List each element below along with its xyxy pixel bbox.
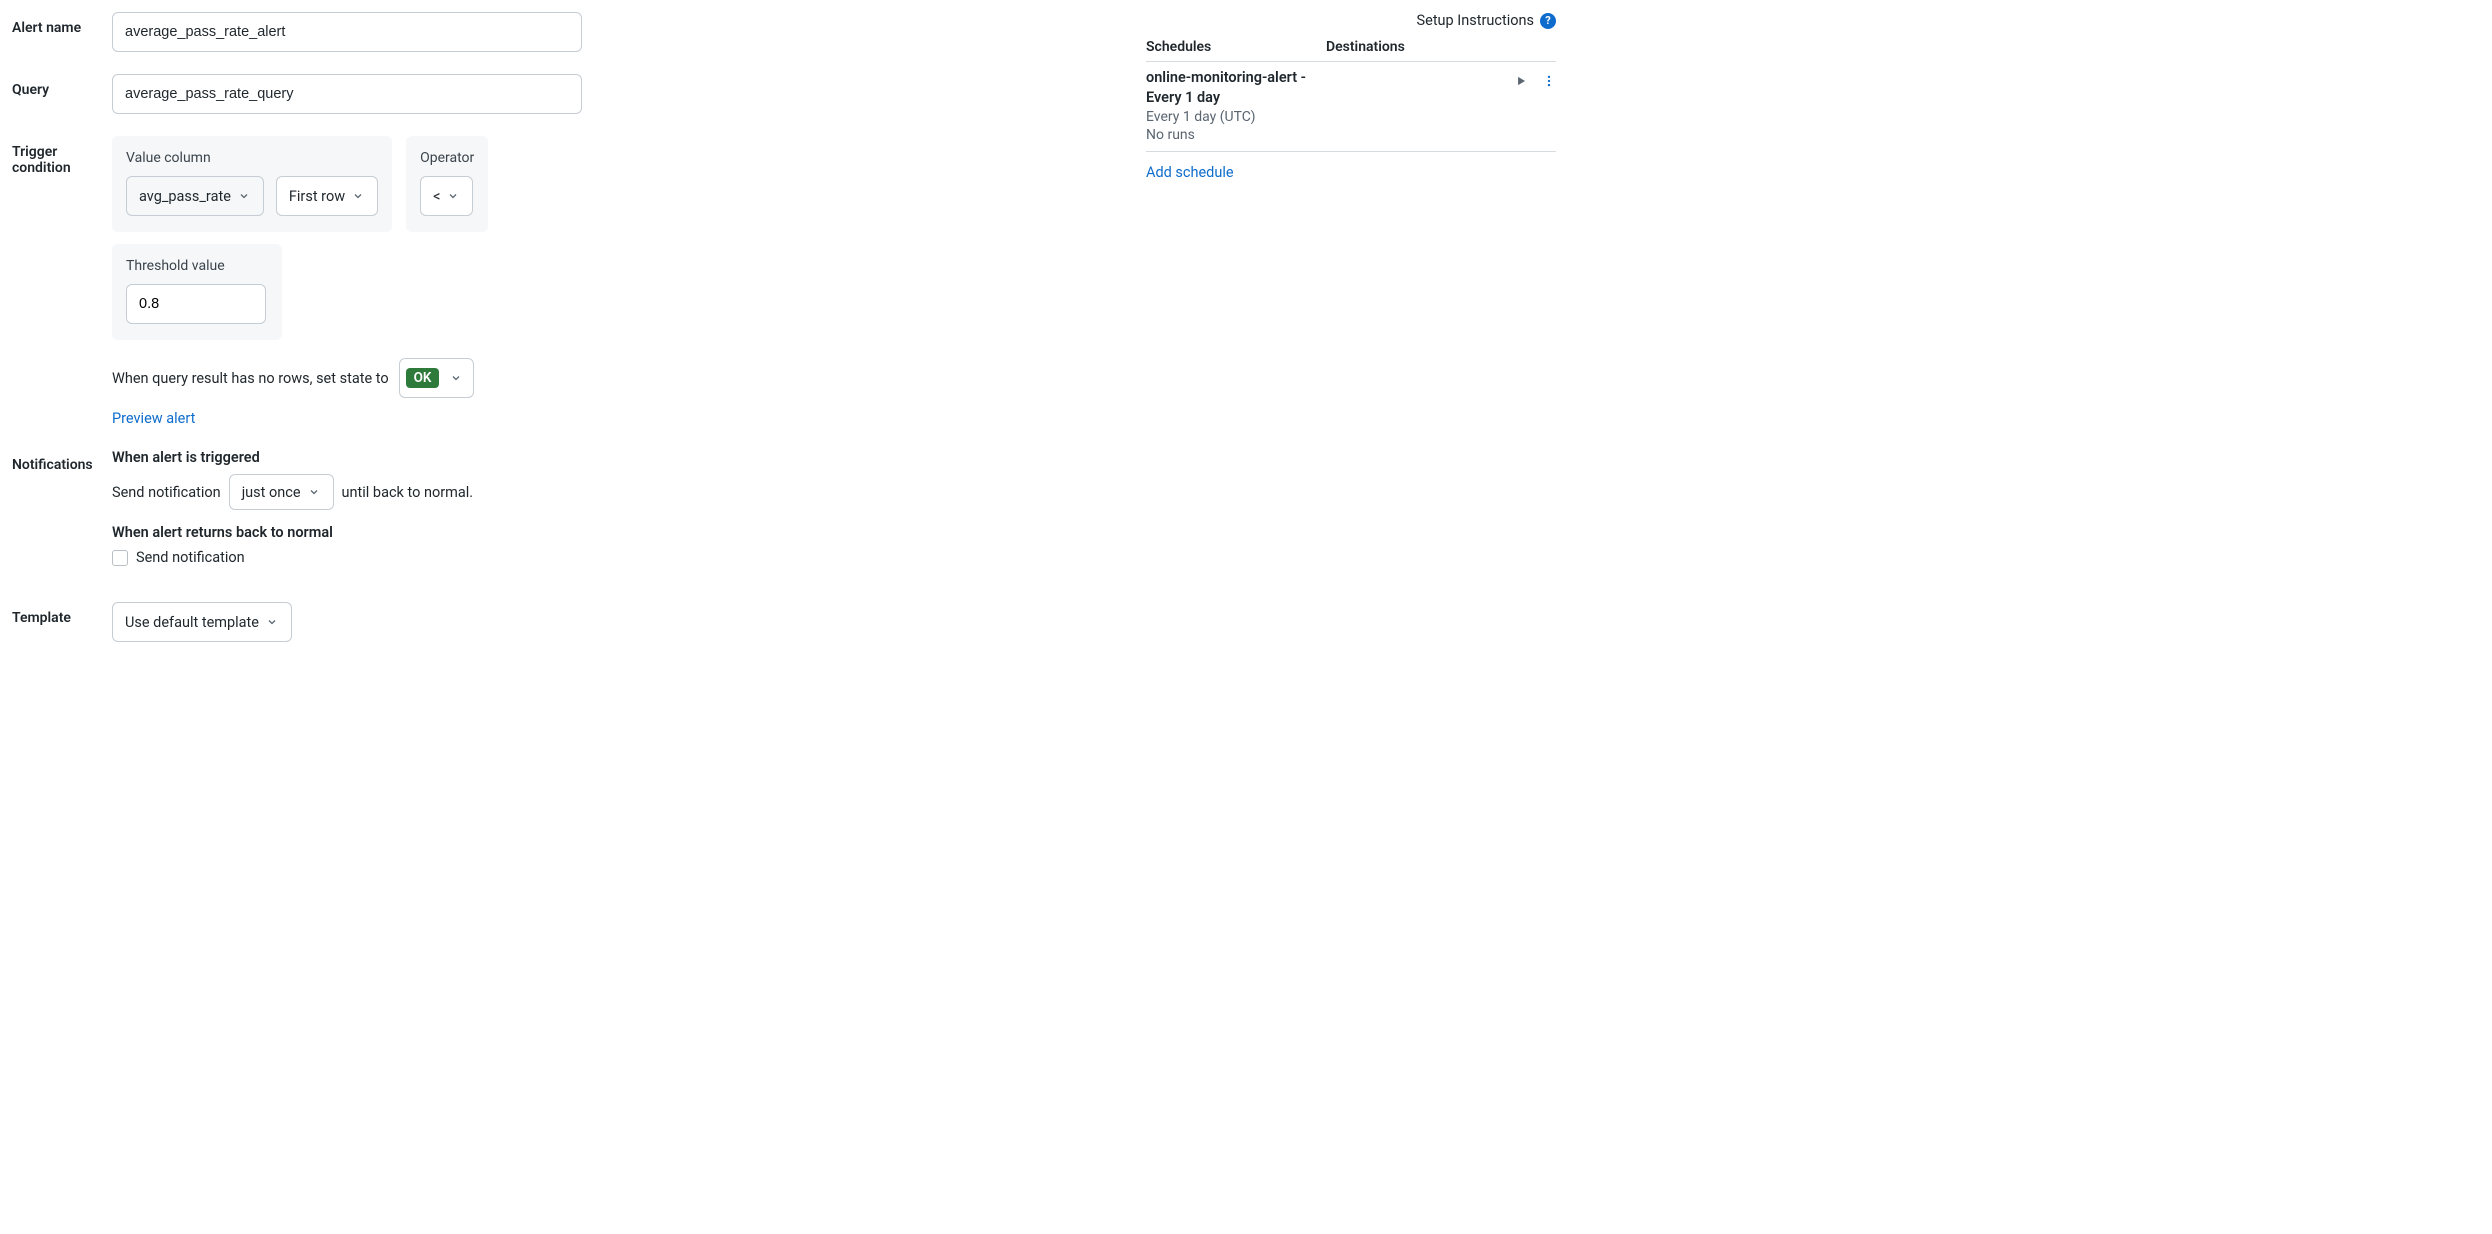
- template-label: Template: [12, 602, 112, 626]
- notification-frequency-select[interactable]: just once: [229, 474, 334, 510]
- send-on-normal-checkbox[interactable]: [112, 550, 128, 566]
- send-prefix: Send notification: [112, 484, 221, 501]
- threshold-input[interactable]: [126, 284, 266, 324]
- no-rows-state-select[interactable]: OK: [399, 358, 475, 398]
- schedule-row[interactable]: online-monitoring-alert - Every 1 day Ev…: [1146, 62, 1556, 152]
- trigger-condition-label: Trigger condition: [12, 136, 112, 176]
- alert-name-label: Alert name: [12, 12, 112, 36]
- threshold-label: Threshold value: [126, 258, 268, 274]
- query-input[interactable]: [112, 74, 582, 114]
- value-column-card: Value column avg_pass_rate First row: [112, 136, 392, 232]
- frequency-value: just once: [242, 484, 301, 501]
- schedule-interval: Every 1 day (UTC): [1146, 109, 1514, 125]
- operator-card: Operator <: [406, 136, 488, 232]
- normal-checkbox-label: Send notification: [136, 549, 245, 566]
- add-schedule-link[interactable]: Add schedule: [1146, 164, 1234, 181]
- send-suffix: until back to normal.: [342, 484, 474, 501]
- destinations-column-header: Destinations: [1326, 39, 1405, 55]
- kebab-menu-icon[interactable]: [1542, 74, 1556, 92]
- alert-name-input[interactable]: [112, 12, 582, 52]
- chevron-down-icon: [265, 615, 279, 629]
- normal-heading: When alert returns back to normal: [112, 524, 582, 541]
- operator-label: Operator: [420, 150, 474, 166]
- notifications-label: Notifications: [12, 449, 112, 473]
- chevron-down-icon: [351, 189, 365, 203]
- value-column-value: avg_pass_rate: [139, 188, 231, 205]
- value-column-label: Value column: [126, 150, 378, 166]
- template-select[interactable]: Use default template: [112, 602, 292, 642]
- preview-alert-link[interactable]: Preview alert: [112, 410, 195, 427]
- row-selector-value: First row: [289, 188, 345, 205]
- operator-value: <: [433, 188, 440, 205]
- chevron-down-icon: [237, 189, 251, 203]
- threshold-card: Threshold value: [112, 244, 282, 340]
- schedule-title: online-monitoring-alert - Every 1 day: [1146, 68, 1321, 107]
- query-label: Query: [12, 74, 112, 98]
- ok-badge: OK: [406, 368, 440, 388]
- play-icon[interactable]: [1514, 74, 1528, 92]
- schedule-runs: No runs: [1146, 127, 1514, 143]
- no-rows-text: When query result has no rows, set state…: [112, 370, 389, 387]
- template-value: Use default template: [125, 614, 259, 631]
- chevron-down-icon: [449, 371, 463, 385]
- help-icon[interactable]: ?: [1540, 13, 1556, 29]
- chevron-down-icon: [446, 189, 460, 203]
- chevron-down-icon: [307, 485, 321, 499]
- value-column-select[interactable]: avg_pass_rate: [126, 176, 264, 216]
- setup-instructions-link[interactable]: Setup Instructions: [1417, 12, 1534, 29]
- row-selector-select[interactable]: First row: [276, 176, 378, 216]
- schedules-column-header: Schedules: [1146, 39, 1326, 55]
- triggered-heading: When alert is triggered: [112, 449, 582, 466]
- operator-select[interactable]: <: [420, 176, 473, 216]
